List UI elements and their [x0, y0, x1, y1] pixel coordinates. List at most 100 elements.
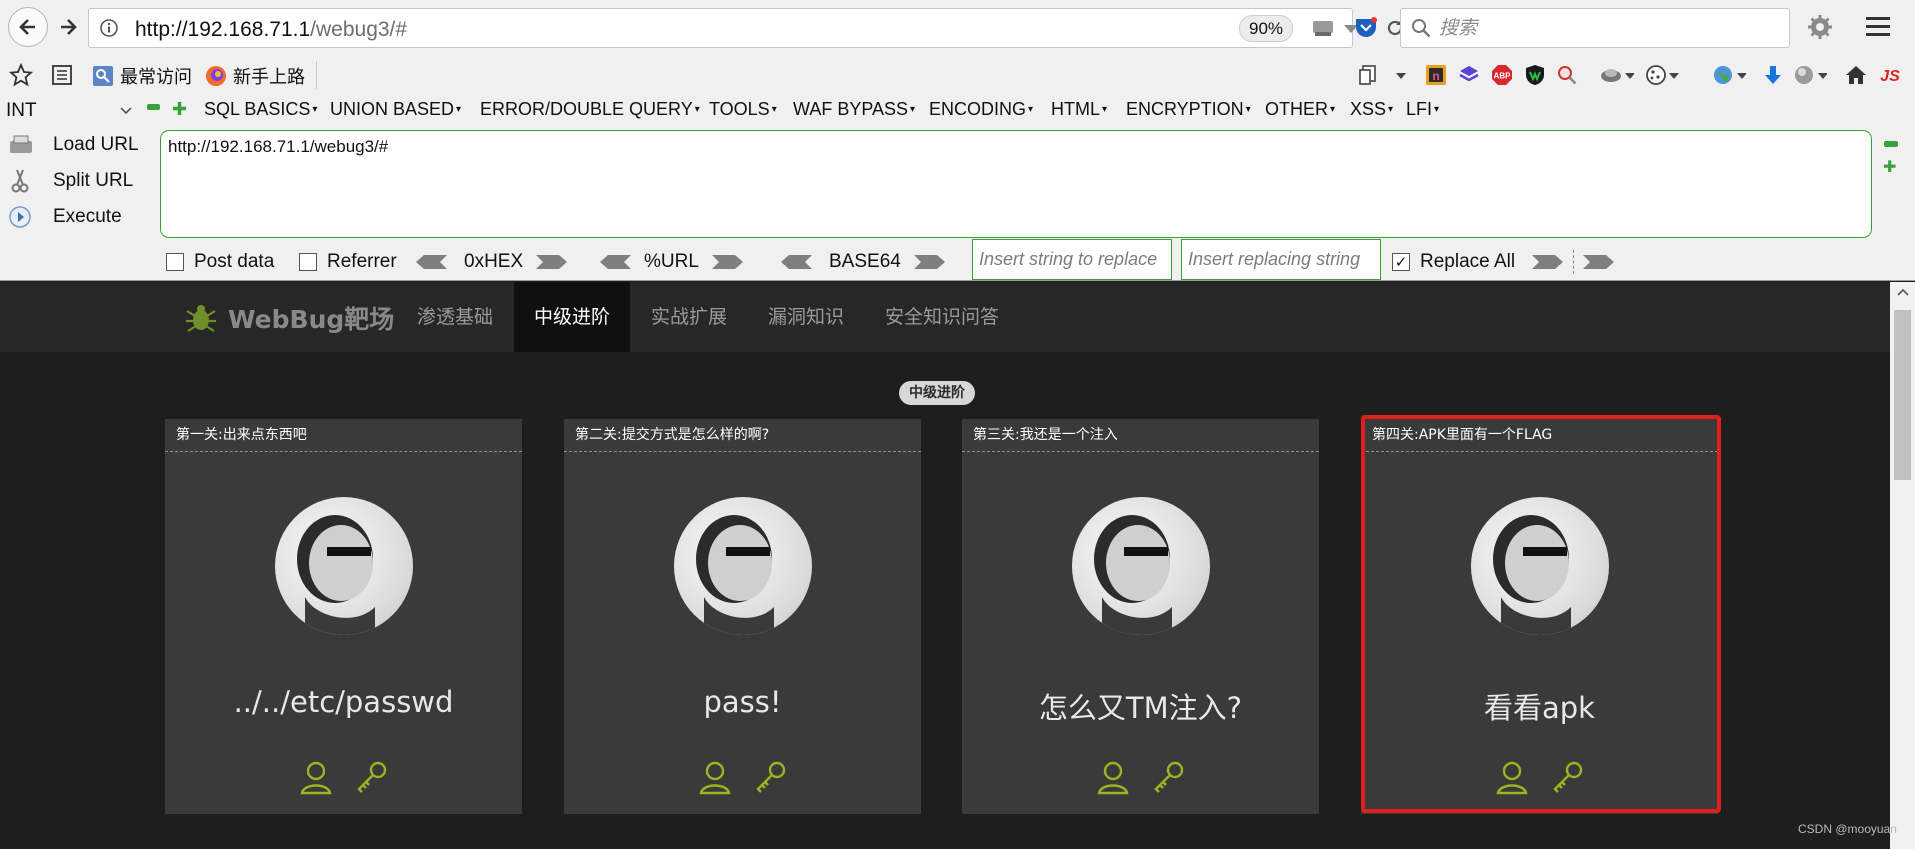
- card-title: 第三关:我还是一个注入: [973, 427, 1118, 443]
- plus-icon[interactable]: ✚: [1883, 157, 1896, 176]
- home-icon[interactable]: [1845, 64, 1867, 86]
- execute-button[interactable]: Execute: [8, 203, 122, 231]
- menu-xss[interactable]: XSS ▾: [1350, 99, 1393, 120]
- nav-item-security-qa[interactable]: 安全知识问答: [865, 282, 1019, 352]
- menu-lfi[interactable]: LFI ▾: [1406, 99, 1439, 120]
- spy-extension-icon[interactable]: [1600, 64, 1634, 86]
- scroll-up-icon[interactable]: [1897, 288, 1909, 296]
- nav-item-practice[interactable]: 实战扩展: [631, 282, 747, 352]
- checkbox-box: [299, 253, 317, 271]
- level-card-2[interactable]: 第二关:提交方式是怎么样的啊? pass!: [564, 419, 921, 814]
- chevron-down-icon[interactable]: [1394, 64, 1408, 86]
- address-bar[interactable]: http://192.168.71.1/webug3/# 90%: [88, 8, 1403, 48]
- zoom-level-badge[interactable]: 90%: [1239, 15, 1294, 42]
- menu-union-based[interactable]: UNION BASED ▾: [330, 99, 461, 120]
- address-bar-url[interactable]: http://192.168.71.1/webug3/#: [135, 18, 407, 42]
- sphere-extension-icon[interactable]: [1793, 64, 1827, 86]
- menu-encoding[interactable]: ENCODING ▾: [929, 99, 1033, 120]
- site-logo[interactable]: WebBug靶场: [184, 300, 394, 336]
- user-icon[interactable]: [697, 759, 733, 795]
- user-icon[interactable]: [298, 759, 334, 795]
- bookmark-most-visited[interactable]: 最常访问: [92, 63, 192, 89]
- scissors-icon: [11, 169, 29, 193]
- hex-label: 0xHEX: [464, 251, 524, 272]
- key-icon[interactable]: [354, 759, 390, 795]
- page-scrollbar[interactable]: [1890, 282, 1915, 849]
- replace-arrow-right-icon[interactable]: [1531, 253, 1565, 271]
- gear-icon[interactable]: [1807, 14, 1833, 45]
- replace-arrow-right-icon[interactable]: [1582, 253, 1616, 271]
- menu-error-double-query[interactable]: ERROR/DOUBLE QUERY ▾: [480, 99, 700, 120]
- load-url-button[interactable]: Load URL: [8, 131, 139, 159]
- adblock-plus-icon[interactable]: ABP: [1491, 64, 1513, 86]
- split-url-button[interactable]: Split URL: [8, 167, 133, 195]
- replace-all-checkbox[interactable]: ✓ Replace All: [1392, 249, 1515, 275]
- menu-html[interactable]: HTML ▾: [1051, 99, 1107, 120]
- page-copy-icon[interactable]: [1358, 64, 1380, 86]
- plus-icon[interactable]: ✚: [172, 99, 187, 120]
- user-icon[interactable]: [1095, 759, 1131, 795]
- url-encoder: %URL: [598, 249, 745, 275]
- base64-label: BASE64: [829, 251, 901, 272]
- level-card-1[interactable]: 第一关:出来点东西吧 ../../etc/passwd: [165, 419, 522, 814]
- layers-extension-icon[interactable]: [1458, 64, 1480, 86]
- menu-label: SQL BASICS: [204, 99, 311, 119]
- post-data-checkbox[interactable]: Post data: [166, 249, 274, 275]
- separator: [316, 61, 317, 89]
- watermark: CSDN @mooyuan: [1798, 822, 1897, 836]
- menu-tools[interactable]: TOOLS ▾: [709, 99, 777, 120]
- js-extension-icon[interactable]: JS: [1875, 64, 1905, 86]
- load-url-icon: [10, 135, 32, 153]
- decode-arrow-left-icon[interactable]: [598, 253, 632, 271]
- bookmark-getting-started[interactable]: 新手上路: [205, 63, 305, 89]
- menu-sql-basics[interactable]: SQL BASICS ▾: [204, 99, 317, 120]
- bug-logo-icon: [186, 305, 216, 332]
- download-arrow-icon[interactable]: [1762, 64, 1784, 86]
- nav-item-intermediate[interactable]: 中级进阶: [514, 282, 631, 352]
- encode-arrow-right-icon[interactable]: [913, 253, 947, 271]
- level-card-3[interactable]: 第三关:我还是一个注入 怎么又TM注入?: [962, 419, 1319, 814]
- library-icon[interactable]: [50, 63, 74, 87]
- card-icons: [165, 759, 522, 795]
- shield-extension-icon[interactable]: [1524, 64, 1546, 86]
- cookie-extension-icon[interactable]: [1645, 64, 1679, 86]
- checkbox-checked-icon: ✓: [1392, 253, 1410, 271]
- search-icon: [1410, 17, 1432, 44]
- zoom-search-icon[interactable]: [1556, 64, 1578, 86]
- hackbar-extension-icon[interactable]: n: [1425, 64, 1447, 86]
- globe-extension-icon[interactable]: [1712, 64, 1746, 86]
- scrollbar-thumb[interactable]: [1894, 310, 1911, 480]
- menu-other[interactable]: OTHER ▾: [1265, 99, 1335, 120]
- encode-arrow-right-icon[interactable]: [711, 253, 745, 271]
- hamburger-menu-icon[interactable]: [1865, 14, 1891, 43]
- insert-replacing-string-input[interactable]: [1181, 239, 1381, 280]
- site-info-icon[interactable]: [99, 18, 119, 43]
- menu-waf-bypass[interactable]: WAF BYPASS ▾: [793, 99, 915, 120]
- menu-encryption[interactable]: ENCRYPTION ▾: [1126, 99, 1251, 120]
- search-input[interactable]: [1439, 16, 1769, 40]
- card-divider: [564, 451, 921, 452]
- hackbar-url-textarea[interactable]: [160, 130, 1872, 238]
- nav-item-vulnerabilities[interactable]: 漏洞知识: [748, 282, 864, 352]
- key-icon[interactable]: [1151, 759, 1187, 795]
- minus-icon[interactable]: [147, 104, 160, 110]
- decode-arrow-left-icon[interactable]: [779, 253, 813, 271]
- nav-item-basics[interactable]: 渗透基础: [397, 282, 513, 352]
- decode-arrow-left-icon[interactable]: [414, 253, 448, 271]
- back-button[interactable]: [8, 7, 48, 47]
- encode-arrow-right-icon[interactable]: [535, 253, 569, 271]
- navigation-toolbar: http://192.168.71.1/webug3/# 90%: [0, 0, 1915, 55]
- avatar: [674, 497, 812, 635]
- referrer-checkbox[interactable]: Referrer: [299, 249, 397, 275]
- split-url-label: Split URL: [53, 170, 134, 191]
- key-icon[interactable]: [753, 759, 789, 795]
- bookmark-star-icon[interactable]: [9, 63, 33, 87]
- hackbar-type-select[interactable]: INT: [6, 98, 136, 124]
- minus-icon[interactable]: [1884, 141, 1898, 147]
- search-bar[interactable]: [1400, 8, 1790, 48]
- insert-string-to-replace-input[interactable]: [972, 239, 1172, 280]
- pocket-icon[interactable]: [1352, 15, 1380, 44]
- select-value: INT: [6, 100, 37, 121]
- card-main-text: ../../etc/passwd: [233, 685, 454, 719]
- forward-button[interactable]: [48, 7, 88, 47]
